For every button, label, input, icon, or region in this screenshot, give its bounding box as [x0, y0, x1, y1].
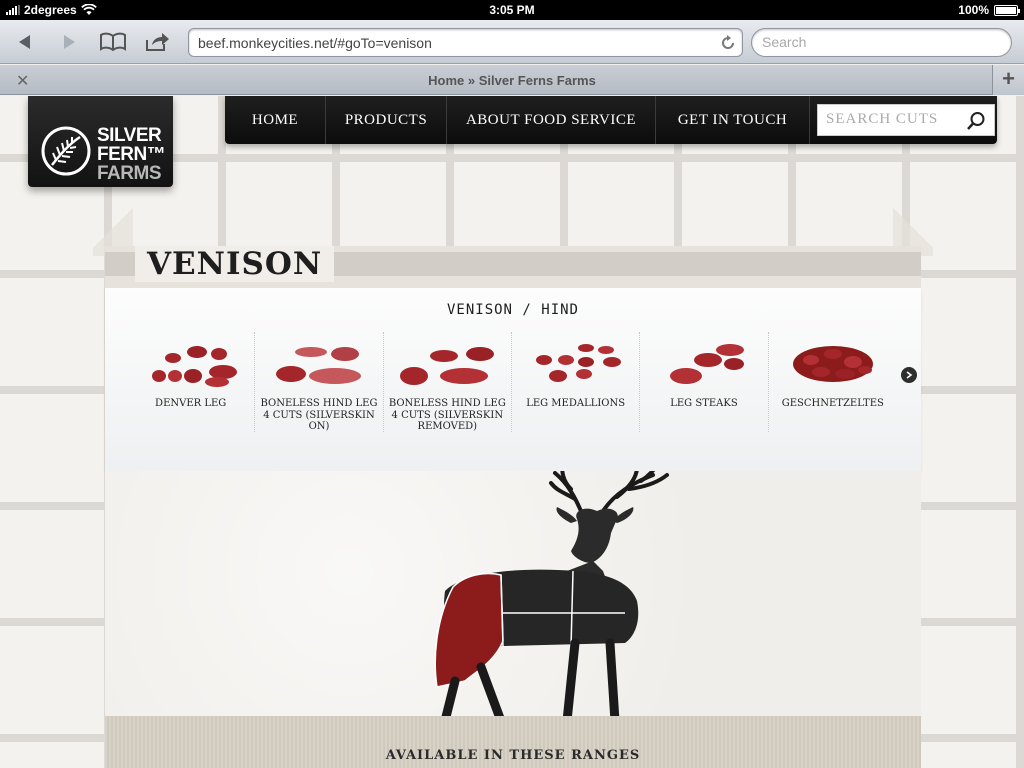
- share-icon: [146, 33, 169, 51]
- logo-line-1: SILVER: [97, 125, 162, 146]
- chevron-right-icon: [906, 371, 913, 379]
- silver-fern-farms-logo[interactable]: SILVER FERN™ FARMS: [28, 96, 173, 187]
- logo-line-2: FERN™: [97, 144, 166, 165]
- browser-search-input[interactable]: [762, 34, 992, 50]
- web-page: SILVER FERN™ FARMS HOME PRODUCTS ABOUT F…: [0, 96, 1024, 768]
- cut-label: BONELESS HIND LEG 4 CUTS (SILVERSKIN REM…: [388, 398, 506, 432]
- tab-title[interactable]: Home » Silver Ferns Farms: [0, 73, 1024, 88]
- status-bar: 2degrees 3:05 PM 100%: [0, 0, 1024, 20]
- forward-button[interactable]: [54, 30, 84, 54]
- cut-item-boneless-hind-leg-silverskin-on[interactable]: BONELESS HIND LEG 4 CUTS (SILVERSKIN ON): [255, 332, 384, 432]
- tab-bar: ✕ Home » Silver Ferns Farms +: [0, 65, 1024, 95]
- cut-item-geschnetzeltes[interactable]: GESCHNETZELTES: [769, 332, 897, 432]
- nav-get-in-touch[interactable]: GET IN TOUCH: [656, 96, 810, 144]
- venison-section: VENISON VENISON / HIND DENVER LEG BONELE…: [93, 208, 933, 768]
- cut-label: BONELESS HIND LEG 4 CUTS (SILVERSKIN ON): [260, 398, 378, 432]
- deer-illustration: [434, 471, 669, 721]
- book-icon: [100, 32, 126, 52]
- cuts-panel: VENISON / HIND DENVER LEG BONELESS HIND …: [105, 288, 921, 471]
- hind-leg-highlight: [434, 572, 504, 688]
- browser-search-field[interactable]: [751, 28, 1012, 57]
- search-cuts-box[interactable]: [817, 104, 995, 136]
- ranges-title: AVAILABLE IN THESE RANGES: [385, 748, 641, 763]
- cut-item-leg-steaks[interactable]: LEG STEAKS: [640, 332, 769, 432]
- search-cuts-input[interactable]: [826, 111, 966, 128]
- meat-cut-image: [792, 346, 873, 382]
- meat-cut-image: [670, 344, 745, 384]
- back-arrow-icon: [19, 35, 30, 49]
- reload-icon[interactable]: [719, 34, 737, 52]
- fern-emblem-icon: [41, 126, 91, 176]
- deer-diagram-area: [105, 471, 921, 721]
- new-tab-button[interactable]: +: [992, 65, 1024, 95]
- share-button[interactable]: [142, 30, 172, 54]
- cut-item-denver-leg[interactable]: DENVER LEG: [127, 332, 256, 432]
- meat-cut-image: [535, 344, 621, 382]
- cut-item-leg-medallions[interactable]: LEG MEDALLIONS: [512, 332, 641, 432]
- battery-percent: 100%: [958, 3, 989, 17]
- nav-home[interactable]: HOME: [225, 96, 326, 144]
- nav-products[interactable]: PRODUCTS: [326, 96, 447, 144]
- meat-cut-image: [399, 347, 494, 385]
- cut-label: LEG MEDALLIONS: [526, 398, 626, 409]
- carousel-next-button[interactable]: [901, 367, 917, 383]
- search-icon[interactable]: [966, 111, 986, 131]
- battery-icon: [994, 4, 1020, 16]
- cuts-heading: VENISON / HIND: [446, 302, 579, 318]
- url-text: beef.monkeycities.net/#goTo=venison: [198, 35, 432, 51]
- main-navigation: HOME PRODUCTS ABOUT FOOD SERVICE GET IN …: [225, 96, 997, 144]
- meat-cut-image: [152, 346, 237, 387]
- page-title: VENISON: [135, 246, 335, 282]
- logo-line-3: FARMS: [97, 163, 162, 184]
- cut-label: LEG STEAKS: [670, 398, 738, 409]
- cut-label: GESCHNETZELTES: [781, 398, 884, 409]
- clock: 3:05 PM: [489, 3, 535, 17]
- browser-toolbar: beef.monkeycities.net/#goTo=venison: [0, 20, 1024, 64]
- cut-label: DENVER LEG: [155, 398, 227, 409]
- address-bar[interactable]: beef.monkeycities.net/#goTo=venison: [188, 28, 743, 57]
- bookmarks-button[interactable]: [98, 30, 128, 54]
- cut-item-boneless-hind-leg-silverskin-removed[interactable]: BONELESS HIND LEG 4 CUTS (SILVERSKIN REM…: [384, 332, 512, 432]
- forward-arrow-icon: [64, 35, 75, 49]
- back-button[interactable]: [10, 30, 40, 54]
- nav-about-food-service[interactable]: ABOUT FOOD SERVICE: [447, 96, 656, 144]
- meat-cut-image: [276, 347, 362, 384]
- cuts-carousel: DENVER LEG BONELESS HIND LEG 4 CUTS (SIL…: [127, 332, 897, 432]
